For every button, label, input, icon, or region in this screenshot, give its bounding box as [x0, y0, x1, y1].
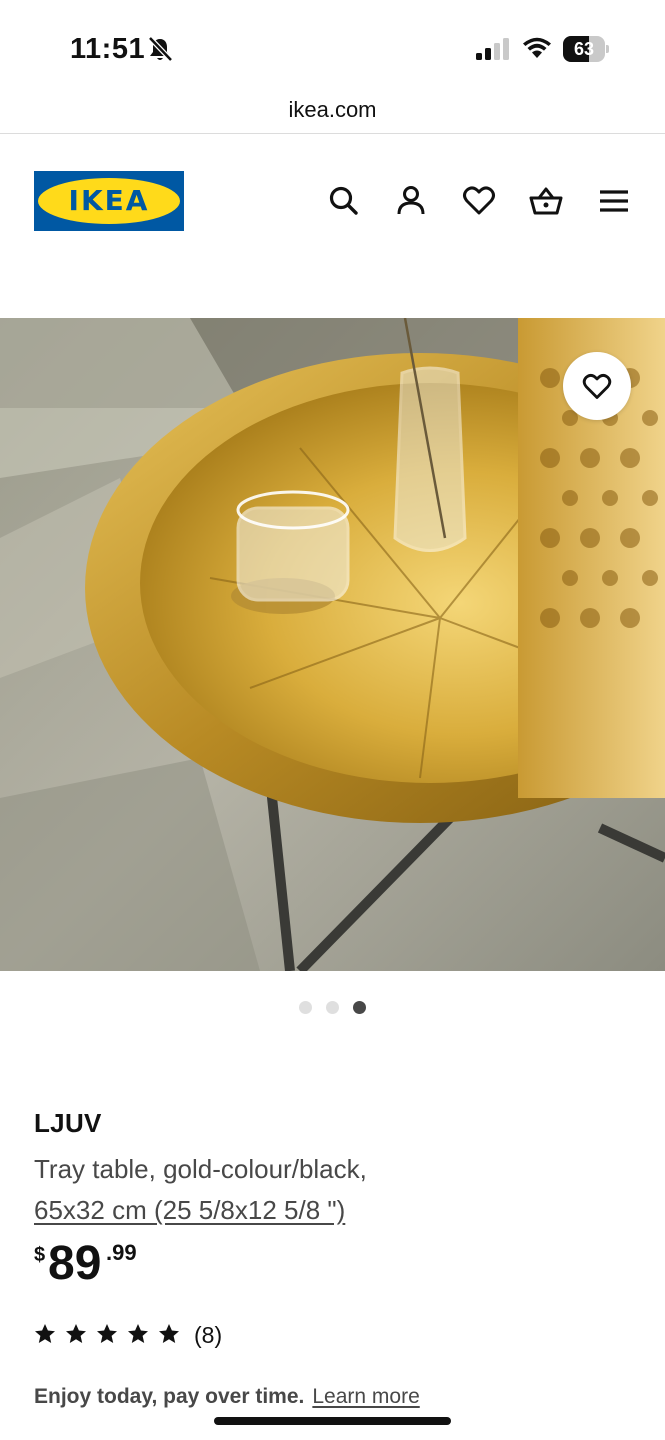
gold-tray-table-photo [0, 318, 665, 971]
star-icon [97, 1324, 117, 1343]
status-time: 11:51 [70, 33, 146, 65]
product-image[interactable] [0, 318, 665, 971]
logo-text: IKEA [68, 184, 150, 217]
battery-icon: 63 [563, 36, 609, 62]
url-domain[interactable]: ikea.com [288, 97, 376, 122]
add-to-favourites-button[interactable] [563, 352, 631, 420]
account-icon[interactable] [393, 183, 429, 219]
promo-text: Enjoy today, pay over time. [34, 1385, 305, 1408]
financing-promo: Enjoy today, pay over time. Learn more [34, 1382, 420, 1412]
price-integer: 89 [48, 1237, 102, 1290]
star-icon [128, 1324, 148, 1343]
menu-icon[interactable] [596, 183, 632, 219]
image-carousel-indicator [0, 1001, 665, 1015]
ikea-logo[interactable]: IKEA [34, 171, 184, 231]
product-info: LJUV Tray table, gold-colour/black, 65x3… [34, 1108, 634, 1231]
learn-more-link[interactable]: Learn more [312, 1385, 419, 1408]
search-icon[interactable] [326, 183, 362, 219]
heart-icon[interactable] [461, 183, 497, 219]
address-bar[interactable]: ikea.com [0, 90, 665, 134]
star-icon [35, 1324, 55, 1343]
product-size-link[interactable]: 65x32 cm (25 5/8x12 5/8 ") [34, 1195, 345, 1225]
home-indicator[interactable] [214, 1417, 451, 1425]
basket-icon[interactable] [528, 183, 564, 219]
star-icon [66, 1324, 86, 1343]
wifi-icon [523, 37, 551, 58]
price-currency: $ [34, 1244, 46, 1266]
heart-icon [582, 373, 612, 399]
price-decimal: .99 [106, 1240, 137, 1265]
bell-slash-icon [148, 36, 173, 62]
status-bar: 11:51 63 [0, 0, 665, 90]
cellular-signal-icon [476, 38, 509, 60]
product-name: LJUV [34, 1108, 102, 1138]
battery-percentage: 63 [573, 39, 595, 59]
rating-count[interactable]: (8) [194, 1320, 222, 1350]
product-description: Tray table, gold-colour/black, [34, 1154, 367, 1184]
carousel-dot[interactable] [353, 1001, 366, 1014]
star-icon [159, 1324, 179, 1343]
carousel-dot[interactable] [326, 1001, 339, 1014]
carousel-dot[interactable] [299, 1001, 312, 1014]
site-header: IKEA [0, 135, 665, 275]
